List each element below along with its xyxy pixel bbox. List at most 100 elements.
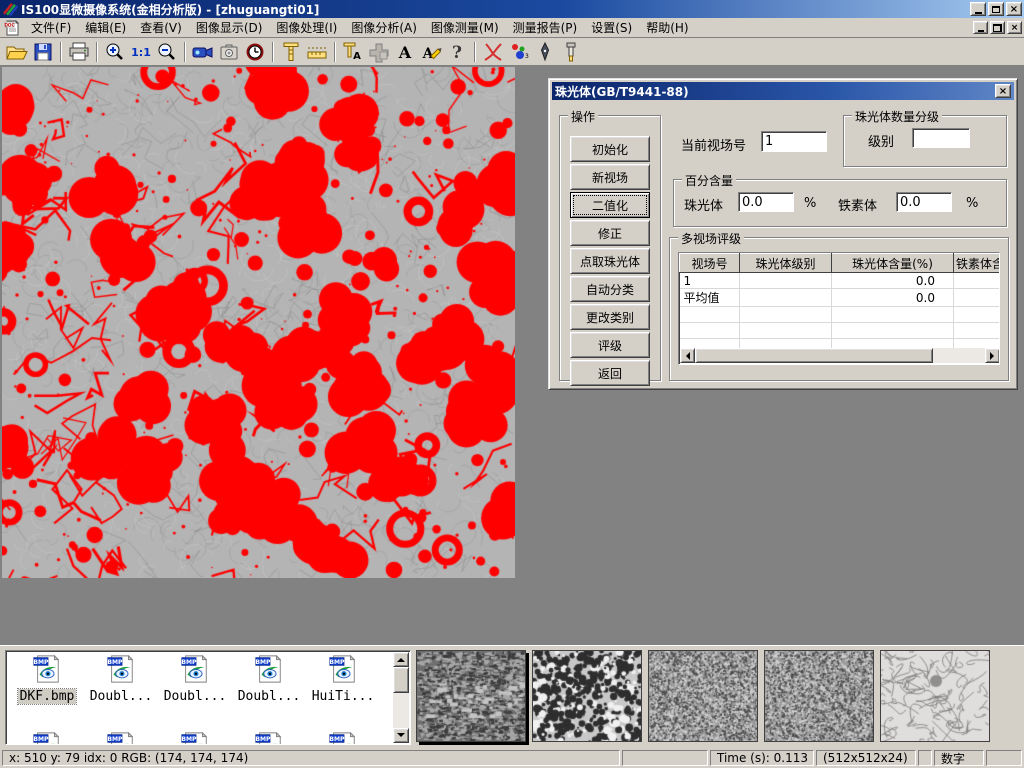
table-row[interactable]: 1 0.0 bbox=[680, 273, 1001, 289]
zoom-in-icon[interactable] bbox=[102, 40, 128, 64]
operation-group-label: 操作 bbox=[568, 108, 598, 125]
menu-settings[interactable]: 设置(S) bbox=[584, 17, 639, 38]
caliper-measure-icon[interactable] bbox=[278, 40, 304, 64]
table-row[interactable] bbox=[680, 323, 1001, 339]
scrollbar-thumb[interactable] bbox=[695, 348, 933, 363]
multi-field-group-label: 多视场评级 bbox=[678, 230, 744, 247]
mdi-minimize-button[interactable] bbox=[973, 21, 988, 34]
thumbnail-1[interactable] bbox=[416, 650, 526, 742]
col-ferrite-pct[interactable]: 铁素体含量(%) bbox=[954, 254, 1001, 273]
zoom-out-icon[interactable] bbox=[154, 40, 180, 64]
color-classify-icon[interactable]: 3 bbox=[506, 40, 532, 64]
ferrite-percent-input[interactable] bbox=[896, 192, 952, 212]
status-spacer bbox=[918, 750, 932, 766]
mdi-restore-button[interactable] bbox=[990, 21, 1005, 34]
file-item[interactable]: BMP bbox=[158, 731, 232, 745]
menu-image-display[interactable]: 图像显示(D) bbox=[189, 17, 270, 38]
pearlite-dialog-titlebar[interactable]: 珠光体(GB/T9441-88) × bbox=[552, 82, 1014, 100]
table-row[interactable] bbox=[680, 307, 1001, 323]
menu-measure-report[interactable]: 测量报告(P) bbox=[506, 17, 585, 38]
menu-view[interactable]: 查看(V) bbox=[133, 17, 189, 38]
change-class-button[interactable]: 更改类别 bbox=[570, 304, 650, 330]
grading-group: 珠光体数量分级 级别 bbox=[843, 115, 1007, 167]
pearlite-percent-input[interactable] bbox=[738, 192, 794, 212]
status-bar: x: 510 y: 79 idx: 0 RGB: (174, 174, 174)… bbox=[0, 748, 1024, 768]
new-field-button[interactable]: 新视场 bbox=[570, 164, 650, 190]
file-item[interactable]: BMP bbox=[306, 731, 380, 745]
scroll-up-icon[interactable] bbox=[393, 652, 409, 667]
initialize-button[interactable]: 初始化 bbox=[570, 136, 650, 162]
col-field-number[interactable]: 视场号 bbox=[680, 254, 740, 273]
document-icon: DOC bbox=[4, 20, 20, 36]
actual-size-icon[interactable]: 1:1 bbox=[128, 40, 154, 64]
open-folder-icon[interactable] bbox=[4, 40, 30, 64]
menu-file[interactable]: 文件(F) bbox=[24, 17, 78, 38]
svg-text:3: 3 bbox=[525, 53, 529, 60]
merge-cross-icon[interactable] bbox=[366, 40, 392, 64]
binarize-button[interactable]: 二值化 bbox=[570, 192, 650, 218]
ruler-measure-icon[interactable] bbox=[304, 40, 330, 64]
close-button[interactable]: × bbox=[1006, 2, 1022, 16]
thumbnail-3[interactable] bbox=[648, 650, 758, 742]
file-item[interactable]: BMP Doubl... bbox=[158, 654, 232, 704]
return-button[interactable]: 返回 bbox=[570, 360, 650, 386]
scroll-left-icon[interactable] bbox=[680, 348, 695, 363]
mode-status: 数字 bbox=[934, 750, 984, 766]
edit-annotation-icon[interactable]: A bbox=[418, 40, 444, 64]
file-item[interactable]: BMP bbox=[10, 731, 84, 745]
col-pearlite-pct[interactable]: 珠光体含量(%) bbox=[832, 254, 954, 273]
scroll-right-icon[interactable] bbox=[985, 348, 1000, 363]
mdi-close-button[interactable]: × bbox=[1007, 21, 1022, 34]
level-input[interactable] bbox=[912, 128, 970, 148]
curve-calibration-icon[interactable] bbox=[480, 40, 506, 64]
status-spacer bbox=[986, 750, 1022, 766]
svg-text:BMP: BMP bbox=[329, 659, 345, 666]
menu-edit[interactable]: 编辑(E) bbox=[78, 17, 133, 38]
ferrite-label: 铁素体 bbox=[838, 195, 877, 214]
correct-button[interactable]: 修正 bbox=[570, 220, 650, 246]
camera-capture-icon[interactable] bbox=[216, 40, 242, 64]
table-horizontal-scrollbar[interactable] bbox=[680, 348, 1000, 363]
percent-group-label: 百分含量 bbox=[682, 172, 736, 189]
minimize-button[interactable] bbox=[970, 2, 986, 16]
scrollbar-thumb[interactable] bbox=[393, 667, 409, 693]
dialog-close-icon[interactable]: × bbox=[995, 84, 1011, 98]
auto-classify-button[interactable]: 自动分类 bbox=[570, 276, 650, 302]
thumbnail-5[interactable] bbox=[880, 650, 990, 742]
pick-pearlite-button[interactable]: 点取珠光体 bbox=[570, 248, 650, 274]
scroll-down-icon[interactable] bbox=[393, 728, 409, 743]
timer-clock-icon[interactable] bbox=[242, 40, 268, 64]
file-item[interactable]: BMP Doubl... bbox=[84, 654, 158, 704]
pen-tool-icon[interactable] bbox=[532, 40, 558, 64]
print-icon[interactable] bbox=[66, 40, 92, 64]
menu-image-process[interactable]: 图像处理(I) bbox=[269, 17, 344, 38]
maximize-button[interactable] bbox=[988, 2, 1004, 16]
file-item[interactable]: BMP Doubl... bbox=[232, 654, 306, 704]
file-browser-scrollbar[interactable] bbox=[393, 652, 409, 743]
file-name: Doubl... bbox=[162, 689, 229, 704]
pearlite-label: 珠光体 bbox=[684, 195, 723, 214]
menu-bar: DOC 文件(F) 编辑(E) 查看(V) 图像显示(D) 图像处理(I) 图像… bbox=[0, 18, 1024, 38]
menu-image-measure[interactable]: 图像测量(M) bbox=[424, 17, 506, 38]
cursor-position-status: x: 510 y: 79 idx: 0 RGB: (174, 174, 174) bbox=[2, 750, 620, 766]
help-icon[interactable]: ? bbox=[444, 40, 470, 64]
col-pearlite-level[interactable]: 珠光体级别 bbox=[740, 254, 832, 273]
grade-button[interactable]: 评级 bbox=[570, 332, 650, 358]
file-item[interactable]: BMP bbox=[232, 731, 306, 745]
brush-tool-icon[interactable] bbox=[558, 40, 584, 64]
text-annotation-icon[interactable]: A bbox=[392, 40, 418, 64]
file-item[interactable]: BMP DKF.bmp bbox=[10, 654, 84, 704]
specimen-image[interactable] bbox=[2, 67, 515, 578]
table-row[interactable]: 平均值 0.0 bbox=[680, 289, 1001, 307]
rating-table: 视场号 珠光体级别 珠光体含量(%) 铁素体含量(%) 1 0.0 平均值 bbox=[678, 252, 1000, 365]
video-capture-icon[interactable] bbox=[190, 40, 216, 64]
menu-help[interactable]: 帮助(H) bbox=[639, 17, 695, 38]
file-item[interactable]: BMP bbox=[84, 731, 158, 745]
thumbnail-4[interactable] bbox=[764, 650, 874, 742]
save-icon[interactable] bbox=[30, 40, 56, 64]
menu-image-analysis[interactable]: 图像分析(A) bbox=[344, 17, 424, 38]
thumbnail-2[interactable] bbox=[532, 650, 642, 742]
current-field-input[interactable] bbox=[761, 131, 827, 152]
file-item[interactable]: BMP HuiTi... bbox=[306, 654, 380, 704]
measure-label-icon[interactable]: A bbox=[340, 40, 366, 64]
